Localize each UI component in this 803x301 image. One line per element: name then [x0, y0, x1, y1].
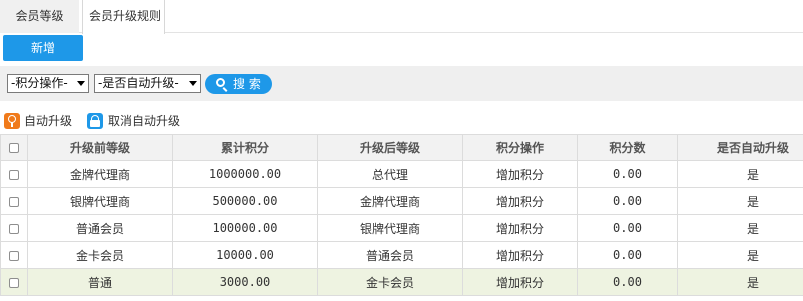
cell-points: 0.00: [577, 268, 678, 296]
column-header-to-level[interactable]: 升级后等级: [317, 134, 463, 161]
cell-points-op: 增加积分: [462, 268, 578, 296]
cell-from-level: 金牌代理商: [27, 160, 173, 188]
auto-upgrade-select-value: -是否自动升级-: [98, 76, 179, 90]
table-row[interactable]: 金卡会员 10000.00 普通会员 增加积分 0.00 是: [0, 241, 803, 269]
cell-from-level: 金卡会员: [27, 241, 173, 269]
key-icon: [4, 113, 20, 129]
lock-icon: [87, 113, 103, 129]
search-icon: [216, 78, 225, 87]
row-select-cell[interactable]: [0, 241, 28, 269]
table-header-row: 升级前等级 累计积分 升级后等级 积分操作 积分数 是否自动升级: [0, 134, 803, 161]
row-checkbox[interactable]: [9, 250, 19, 261]
add-button[interactable]: 新增: [3, 35, 83, 61]
column-header-points[interactable]: 积分数: [577, 134, 678, 161]
cell-auto-upgrade: 是: [677, 187, 803, 215]
cell-from-level: 银牌代理商: [27, 187, 173, 215]
filter-bar: -积分操作- -是否自动升级- 搜 索: [0, 66, 803, 101]
row-select-cell[interactable]: [0, 214, 28, 242]
tab-member-levels[interactable]: 会员等级: [0, 0, 79, 33]
cell-accumulated-points: 10000.00: [172, 241, 318, 269]
cell-points: 0.00: [577, 241, 678, 269]
cell-to-level: 普通会员: [317, 241, 463, 269]
cell-points: 0.00: [577, 214, 678, 242]
select-all-checkbox[interactable]: [9, 143, 19, 153]
cell-points-op: 增加积分: [462, 160, 578, 188]
row-select-cell[interactable]: [0, 268, 28, 296]
row-checkbox[interactable]: [9, 223, 19, 234]
cell-points-op: 增加积分: [462, 241, 578, 269]
cell-auto-upgrade: 是: [677, 268, 803, 296]
column-header-accumulated-points[interactable]: 累计积分: [172, 134, 318, 161]
cell-auto-upgrade: 是: [677, 214, 803, 242]
select-all-cell[interactable]: [0, 134, 28, 161]
row-checkbox[interactable]: [9, 277, 19, 288]
cell-points: 0.00: [577, 160, 678, 188]
column-header-points-op[interactable]: 积分操作: [462, 134, 578, 161]
cell-accumulated-points: 3000.00: [172, 268, 318, 296]
cell-points: 0.00: [577, 187, 678, 215]
cell-accumulated-points: 1000000.00: [172, 160, 318, 188]
cell-accumulated-points: 500000.00: [172, 187, 318, 215]
points-op-select[interactable]: -积分操作-: [7, 74, 89, 93]
search-button-label: 搜 索: [233, 77, 261, 91]
table-row[interactable]: 普通 3000.00 金卡会员 增加积分 0.00 是: [0, 268, 803, 296]
row-select-cell[interactable]: [0, 187, 28, 215]
cell-to-level: 银牌代理商: [317, 214, 463, 242]
tab-bar: 会员等级 会员升级规则: [0, 0, 803, 34]
auto-upgrade-label: 自动升级: [24, 114, 73, 128]
column-header-from-level[interactable]: 升级前等级: [27, 134, 173, 161]
row-select-cell[interactable]: [0, 160, 28, 188]
upgrade-rules-table: 升级前等级 累计积分 升级后等级 积分操作 积分数 是否自动升级 金牌代理商 1…: [0, 134, 803, 296]
cell-accumulated-points: 100000.00: [172, 214, 318, 242]
cell-points-op: 增加积分: [462, 214, 578, 242]
table-row[interactable]: 金牌代理商 1000000.00 总代理 增加积分 0.00 是: [0, 160, 803, 188]
cell-from-level: 普通: [27, 268, 173, 296]
cell-auto-upgrade: 是: [677, 160, 803, 188]
cell-to-level: 金卡会员: [317, 268, 463, 296]
cell-to-level: 金牌代理商: [317, 187, 463, 215]
table-row[interactable]: 银牌代理商 500000.00 金牌代理商 增加积分 0.00 是: [0, 187, 803, 215]
row-checkbox[interactable]: [9, 169, 19, 180]
cell-to-level: 总代理: [317, 160, 463, 188]
chevron-down-icon: [77, 81, 85, 86]
column-header-auto-upgrade[interactable]: 是否自动升级: [677, 134, 803, 161]
search-button[interactable]: 搜 索: [205, 74, 272, 94]
cell-auto-upgrade: 是: [677, 241, 803, 269]
row-checkbox[interactable]: [9, 196, 19, 207]
cancel-auto-upgrade-button[interactable]: 取消自动升级: [87, 111, 180, 131]
chevron-down-icon: [189, 81, 197, 86]
cancel-auto-upgrade-label: 取消自动升级: [108, 114, 181, 128]
cell-points-op: 增加积分: [462, 187, 578, 215]
cell-from-level: 普通会员: [27, 214, 173, 242]
auto-upgrade-button[interactable]: 自动升级: [4, 111, 72, 131]
points-op-select-value: -积分操作-: [11, 76, 68, 90]
table-row[interactable]: 普通会员 100000.00 银牌代理商 增加积分 0.00 是: [0, 214, 803, 242]
auto-upgrade-select[interactable]: -是否自动升级-: [94, 74, 201, 93]
tab-upgrade-rules[interactable]: 会员升级规则: [82, 0, 165, 34]
